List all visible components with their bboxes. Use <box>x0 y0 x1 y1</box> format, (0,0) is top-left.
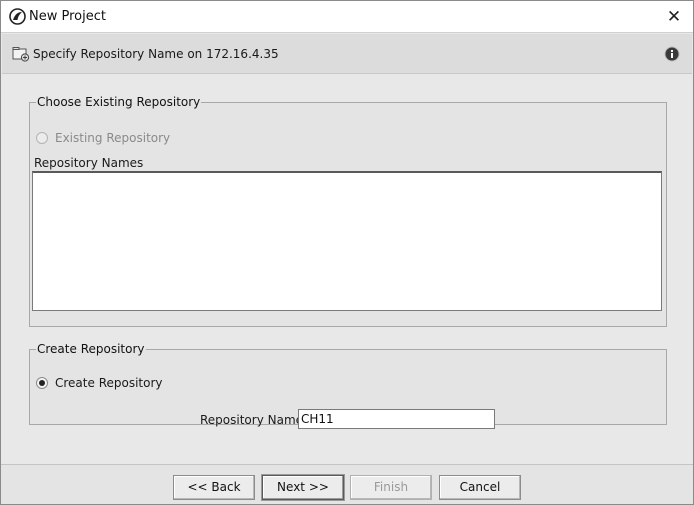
wizard-header: Specify Repository Name on 172.16.4.35 <box>2 34 692 74</box>
close-button[interactable]: ✕ <box>657 4 691 30</box>
create-repository-radio-label[interactable]: Create Repository <box>55 376 163 390</box>
create-repository-group: Create Repository Create Repository Repo… <box>29 342 667 429</box>
window-title: New Project <box>29 9 106 24</box>
existing-repository-radio-label: Existing Repository <box>55 131 171 145</box>
repository-names-list[interactable] <box>32 171 662 311</box>
create-repository-radio[interactable] <box>36 377 48 389</box>
create-repository-radio-row[interactable]: Create Repository <box>36 376 163 390</box>
new-project-dialog: New Project ✕ Specify Repository Name on… <box>0 0 694 505</box>
repository-name-input[interactable] <box>298 409 495 429</box>
create-repository-legend: Create Repository <box>37 342 145 356</box>
button-bar: << Back Next >> Finish Cancel <box>1 464 693 504</box>
repository-names-label: Repository Names <box>34 156 144 170</box>
existing-repository-radio-row: Existing Repository <box>36 131 170 145</box>
existing-repository-legend: Choose Existing Repository <box>37 95 201 109</box>
finish-button[interactable]: Finish <box>350 475 432 500</box>
header-title: Specify Repository Name on 172.16.4.35 <box>33 47 279 61</box>
title-bar[interactable]: New Project ✕ <box>1 1 693 33</box>
cancel-button[interactable]: Cancel <box>439 475 521 500</box>
folder-server-icon <box>12 47 30 62</box>
app-logo-icon <box>9 8 26 25</box>
next-button[interactable]: Next >> <box>262 475 344 500</box>
info-icon <box>664 46 680 62</box>
repository-name-label: Repository Name: <box>200 413 308 427</box>
existing-repository-radio <box>36 132 48 144</box>
back-button[interactable]: << Back <box>173 475 255 500</box>
existing-repository-group: Choose Existing Repository Existing Repo… <box>29 95 667 327</box>
